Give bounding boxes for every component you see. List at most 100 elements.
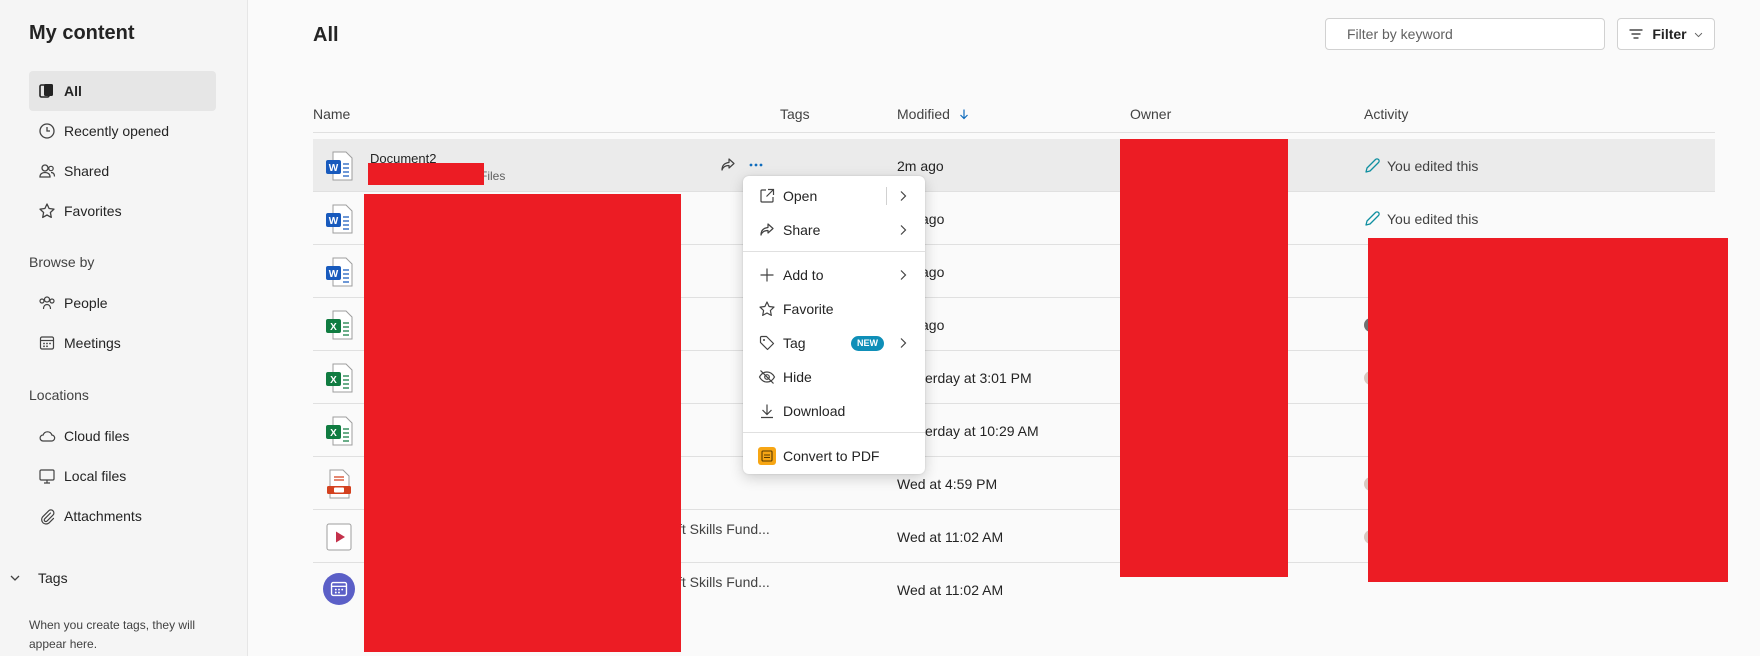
excel-file-icon: X	[326, 363, 353, 393]
sidebar-item-label: People	[64, 295, 108, 311]
table-row[interactable]: W Document2 Files 2m ago You edited this	[313, 139, 1715, 192]
clock-icon	[39, 123, 55, 139]
menu-item-label: Share	[783, 222, 821, 238]
row-actions	[719, 156, 765, 174]
redaction-block	[1368, 238, 1728, 582]
column-header-tags[interactable]: Tags	[780, 106, 810, 122]
paperclip-icon	[41, 509, 55, 525]
sidebar-item-label: Recently opened	[64, 123, 170, 139]
sidebar-item-label: Cloud files	[64, 428, 130, 444]
menu-item-add-to[interactable]: Add to	[743, 260, 925, 290]
redaction-block	[364, 194, 681, 652]
calendar-icon	[39, 336, 55, 350]
tag-icon	[759, 335, 775, 351]
word-file-icon: W	[326, 151, 353, 181]
column-header-name[interactable]: Name	[313, 106, 350, 122]
column-header-owner[interactable]: Owner	[1130, 106, 1171, 122]
open-external-icon	[760, 188, 775, 203]
activity-text: You edited this	[1387, 211, 1479, 227]
column-header-activity[interactable]: Activity	[1364, 106, 1408, 122]
sidebar-item-label: Favorites	[64, 203, 122, 219]
split-divider	[886, 187, 887, 205]
share-icon[interactable]	[719, 156, 737, 174]
sidebar-item-recently-opened[interactable]: Recently opened	[29, 111, 216, 151]
svg-text:W: W	[329, 269, 339, 280]
word-file-icon: W	[326, 257, 353, 287]
file-modified: erday at 10:29 AM	[925, 423, 1039, 439]
star-icon	[39, 203, 55, 219]
file-activity: You edited this	[1363, 157, 1478, 175]
excel-file-icon: X	[326, 310, 353, 340]
pdf-file-icon	[327, 469, 351, 499]
redaction-block	[368, 163, 484, 185]
word-file-icon: W	[326, 204, 353, 234]
menu-item-open[interactable]: Open	[743, 181, 925, 211]
svg-text:W: W	[329, 216, 339, 227]
menu-item-label: Favorite	[783, 301, 834, 317]
filter-button-label: Filter	[1652, 26, 1687, 42]
tags-section-toggle[interactable]: Tags	[8, 570, 68, 586]
chevron-right-icon[interactable]	[896, 189, 910, 203]
star-icon	[759, 301, 775, 316]
chevron-down-icon	[1694, 32, 1702, 37]
sidebar-item-label: Shared	[64, 163, 110, 179]
sidebar-item-cloud-files[interactable]: Cloud files	[29, 416, 216, 456]
menu-divider	[743, 251, 925, 252]
sidebar-item-people[interactable]: People	[29, 283, 216, 323]
filter-button[interactable]: Filter	[1617, 18, 1715, 50]
meeting-recording-icon	[323, 573, 355, 605]
filter-lines-icon	[1629, 29, 1644, 39]
eye-off-icon	[758, 370, 776, 384]
column-header-modified[interactable]: Modified	[897, 106, 970, 122]
sidebar-item-label: Local files	[64, 468, 127, 484]
pencil-icon	[1365, 211, 1380, 226]
filter-keyword-input[interactable]	[1325, 18, 1605, 50]
file-modified: Wed at 11:02 AM	[897, 529, 1004, 545]
menu-item-hide[interactable]: Hide	[743, 362, 925, 392]
sidebar-item-label: Attachments	[64, 508, 142, 524]
sidebar-item-label: Meetings	[64, 335, 121, 351]
people-icon	[39, 164, 56, 178]
sidebar-title: My content	[29, 22, 135, 44]
svg-text:W: W	[329, 163, 339, 174]
sidebar: My content All Recently opened Shared Fa…	[0, 0, 248, 656]
menu-item-download[interactable]: Download	[743, 396, 925, 426]
menu-item-favorite[interactable]: Favorite	[743, 294, 925, 324]
sidebar-item-shared[interactable]: Shared	[29, 151, 216, 191]
file-name-partial[interactable]: ft Skills Fund...	[678, 574, 770, 590]
menu-item-label: Hide	[783, 369, 812, 385]
menu-item-tag[interactable]: Tag NEW	[743, 328, 925, 358]
file-modified: erday at 3:01 PM	[925, 370, 1032, 386]
video-file-icon	[326, 523, 352, 551]
file-name-partial[interactable]: ft Skills Fund...	[678, 521, 770, 537]
sidebar-item-all[interactable]: All	[29, 71, 216, 111]
context-menu: Open Share Add to Favorite Tag NEW Hide …	[743, 176, 925, 474]
sidebar-item-favorites[interactable]: Favorites	[29, 191, 216, 231]
file-modified: Wed at 4:59 PM	[897, 476, 998, 492]
chevron-right-icon	[900, 270, 907, 280]
sidebar-item-meetings[interactable]: Meetings	[29, 323, 216, 363]
sidebar-item-local-files[interactable]: Local files	[29, 456, 216, 496]
menu-item-label: Add to	[783, 267, 824, 283]
menu-item-label: Tag	[783, 335, 806, 351]
more-options-icon[interactable]	[747, 156, 765, 174]
sidebar-item-attachments[interactable]: Attachments	[29, 496, 216, 536]
redaction-block	[1120, 139, 1288, 577]
menu-item-label: Convert to PDF	[783, 448, 880, 464]
cloud-icon	[39, 431, 56, 442]
file-activity: You edited this	[1363, 210, 1478, 228]
activity-text: You edited this	[1387, 158, 1479, 174]
tags-heading: Tags	[38, 570, 68, 586]
excel-file-icon: X	[326, 416, 353, 446]
svg-text:X: X	[330, 322, 337, 333]
tags-empty-note: When you create tags, they will appear h…	[29, 618, 196, 651]
browse-by-heading: Browse by	[29, 254, 95, 270]
page-title: All	[313, 24, 339, 46]
menu-item-share[interactable]: Share	[743, 215, 925, 245]
menu-item-label: Download	[783, 403, 846, 419]
chevron-down-icon	[10, 575, 20, 581]
file-modified: Wed at 11:02 AM	[897, 582, 1004, 598]
menu-item-convert-to-pdf[interactable]: Convert to PDF	[743, 441, 925, 471]
new-badge: NEW	[851, 336, 884, 351]
file-modified: 2m ago	[897, 158, 944, 174]
